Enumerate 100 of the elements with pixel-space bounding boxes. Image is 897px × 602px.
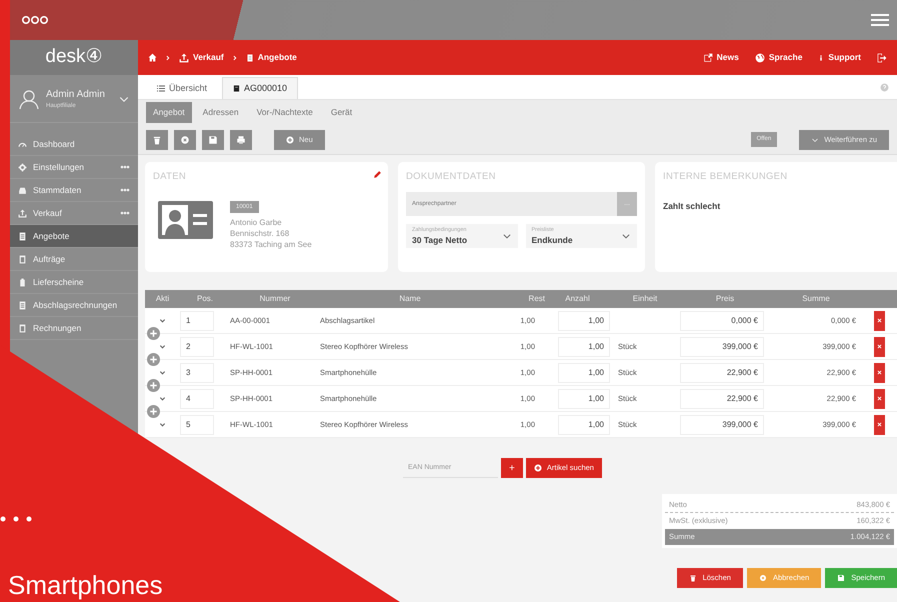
column-header: Preis — [714, 293, 736, 305]
column-header: Anzahl — [564, 293, 591, 305]
delete-row-button[interactable] — [874, 362, 885, 382]
document-icon — [246, 52, 254, 62]
notes-text: Zahlt schlecht — [663, 200, 722, 213]
upload-icon — [179, 52, 189, 62]
price-field[interactable]: 399,000 € — [680, 414, 764, 434]
logout-link[interactable] — [877, 52, 887, 62]
quantity-field[interactable]: 1,00 — [558, 336, 610, 356]
menu-item-icon — [18, 300, 27, 310]
close-icon — [877, 370, 882, 375]
add-icon — [286, 136, 294, 144]
close-icon — [877, 318, 882, 323]
delete-icon — [152, 134, 162, 144]
menu-item-icon — [18, 186, 27, 194]
position-field[interactable]: 4 — [180, 388, 214, 408]
breadcrumb-link[interactable]: Verkauf — [179, 51, 224, 64]
tab[interactable]: AG000010 — [222, 76, 298, 99]
menu-item-icon — [18, 162, 27, 172]
customer-street: Bennischstr. 168 — [230, 228, 290, 240]
user-icon — [18, 88, 40, 110]
column-header: Rest — [528, 293, 545, 305]
add-row-icon[interactable] — [147, 379, 160, 392]
add-row-icon[interactable] — [147, 405, 160, 418]
external-link-icon — [702, 52, 713, 62]
add-row-icon[interactable] — [147, 327, 160, 340]
document-icon — [233, 84, 240, 93]
home-link[interactable] — [148, 53, 157, 62]
subtab[interactable]: Angebot — [146, 102, 192, 123]
customer-city: 83373 Taching am See — [230, 239, 312, 250]
add-article-button[interactable]: + — [501, 458, 523, 478]
close-icon — [877, 422, 882, 427]
window-dots-icon — [22, 15, 48, 25]
menu-item-icon — [18, 208, 27, 218]
more-icon — [120, 211, 130, 215]
list-icon — [157, 84, 165, 92]
delete-button[interactable] — [146, 130, 168, 150]
column-header: Name — [398, 293, 422, 305]
cancel-button[interactable] — [174, 130, 196, 150]
id-card-icon — [157, 200, 214, 240]
subtab[interactable]: Adressen — [196, 102, 246, 123]
header-link[interactable]: News — [702, 51, 739, 64]
price-field[interactable]: 399,000 € — [680, 336, 764, 356]
column-header: Einheit — [632, 293, 658, 305]
position-field[interactable]: 1 — [180, 310, 214, 330]
expand-icon[interactable] — [159, 421, 166, 428]
breadcrumb-separator-icon — [232, 54, 238, 62]
expand-icon[interactable] — [159, 343, 166, 350]
column-header: Nummer — [258, 293, 292, 305]
chevron-down-icon — [811, 136, 820, 144]
breadcrumb-separator-icon — [165, 54, 171, 62]
expand-icon[interactable] — [159, 369, 166, 376]
price-field[interactable]: 0,000 € — [680, 310, 764, 330]
more-icon — [120, 188, 130, 192]
save-button[interactable] — [202, 130, 224, 150]
tab[interactable]: Übersicht — [146, 76, 218, 99]
customer-name: Antonio Garbe — [230, 217, 283, 228]
cancel-icon — [758, 574, 767, 582]
column-header: Summe — [801, 293, 831, 305]
menu-item-icon — [18, 254, 27, 264]
print-icon — [236, 134, 246, 144]
menu-item-icon — [18, 324, 27, 332]
quantity-field[interactable]: 1,00 — [558, 362, 610, 382]
delete-row-button[interactable] — [874, 336, 885, 356]
logout-icon — [877, 52, 887, 62]
delete-icon — [688, 574, 697, 582]
info-icon — [818, 52, 824, 62]
subtab[interactable]: Vor-/Nachtexte — [250, 102, 320, 123]
header-link[interactable]: Support — [818, 51, 861, 64]
price-field[interactable]: 22,900 € — [680, 388, 764, 408]
delete-row-button[interactable] — [874, 414, 885, 434]
more-icon — [120, 165, 130, 169]
expand-icon[interactable] — [159, 395, 166, 402]
position-field[interactable]: 2 — [180, 336, 214, 356]
close-icon — [877, 396, 882, 401]
price-field[interactable]: 22,900 € — [680, 362, 764, 382]
expand-icon[interactable] — [159, 317, 166, 324]
delete-row-button[interactable] — [874, 310, 885, 330]
print-button[interactable] — [230, 130, 252, 150]
edit-icon — [373, 170, 382, 179]
position-field[interactable]: 3 — [180, 362, 214, 382]
select-value: Endkunde — [532, 234, 573, 247]
quantity-field[interactable]: 1,00 — [558, 310, 610, 330]
add-row-icon[interactable] — [147, 353, 160, 366]
save-icon — [208, 134, 218, 144]
delete-row-button[interactable] — [874, 388, 885, 408]
sidebar-item[interactable]: Angebote — [10, 225, 138, 248]
globe-icon — [754, 52, 765, 62]
column-header: Akti — [154, 293, 170, 305]
menu-icon — [871, 14, 889, 26]
header-link[interactable]: Sprache — [754, 51, 802, 64]
position-field[interactable]: 5 — [180, 414, 214, 434]
subtab[interactable]: Gerät — [324, 102, 360, 123]
home-icon — [148, 53, 157, 62]
cancel-icon — [180, 134, 190, 144]
quantity-field[interactable]: 1,00 — [558, 414, 610, 434]
quantity-field[interactable]: 1,00 — [558, 388, 610, 408]
breadcrumb-link[interactable]: Angebote — [246, 51, 297, 64]
help-icon — [880, 82, 889, 92]
promo-slogan: Smartphones — [8, 570, 163, 600]
